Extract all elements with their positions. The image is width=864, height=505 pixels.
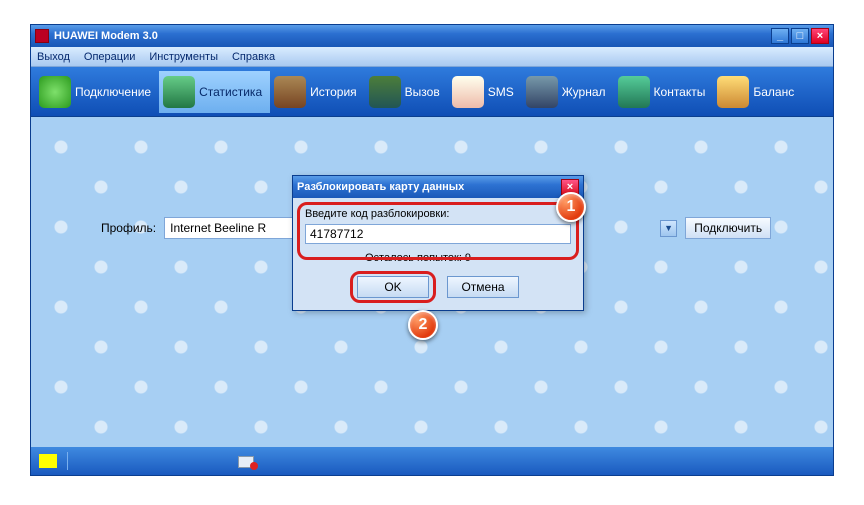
envelope-icon — [452, 76, 484, 108]
statusbar — [31, 447, 833, 475]
tool-balance[interactable]: Баланс — [713, 71, 802, 113]
toolbar: Подключение Статистика История Вызов SMS… — [31, 67, 833, 117]
journal-icon — [526, 76, 558, 108]
tool-call-label: Вызов — [405, 85, 440, 99]
close-button[interactable]: × — [811, 28, 829, 44]
tool-sms-label: SMS — [488, 85, 514, 99]
dialog-body: Введите код разблокировки: Осталось попы… — [293, 198, 583, 310]
tool-contacts-label: Контакты — [654, 85, 706, 99]
tool-contacts[interactable]: Контакты — [614, 71, 714, 113]
code-input-wrap — [305, 224, 571, 244]
window-buttons: _ □ × — [771, 28, 829, 44]
tool-balance-label: Баланс — [753, 85, 794, 99]
dropdown-icon[interactable]: ▼ — [660, 220, 677, 237]
minimize-button[interactable]: _ — [771, 28, 789, 44]
tool-call[interactable]: Вызов — [365, 71, 448, 113]
tool-connection-label: Подключение — [75, 85, 151, 99]
phone-icon — [369, 76, 401, 108]
menu-operations[interactable]: Операции — [84, 51, 135, 63]
menu-tools[interactable]: Инструменты — [149, 51, 218, 63]
tool-journal[interactable]: Журнал — [522, 71, 614, 113]
status-sep — [67, 452, 68, 470]
connect-button[interactable]: Подключить — [685, 217, 771, 239]
contacts-icon — [618, 76, 650, 108]
tool-sms[interactable]: SMS — [448, 71, 522, 113]
coins-icon — [717, 76, 749, 108]
ok-wrap: OK — [357, 276, 429, 298]
dialog-buttons: OK Отмена — [305, 276, 571, 298]
dialog-prompt: Введите код разблокировки: — [305, 208, 571, 220]
titlebar[interactable]: HUAWEI Modem 3.0 _ □ × — [31, 25, 833, 47]
history-icon — [274, 76, 306, 108]
maximize-button[interactable]: □ — [791, 28, 809, 44]
signal-icon — [39, 454, 57, 468]
menu-exit[interactable]: Выход — [37, 51, 70, 63]
chart-icon — [163, 76, 195, 108]
profile-label: Профиль: — [101, 221, 156, 235]
globe-icon — [39, 76, 71, 108]
cancel-button[interactable]: Отмена — [447, 276, 519, 298]
attempts-remaining: Осталось попыток: 9 — [365, 252, 571, 264]
window-title: HUAWEI Modem 3.0 — [54, 30, 771, 42]
menu-help[interactable]: Справка — [232, 51, 275, 63]
tool-journal-label: Журнал — [562, 85, 606, 99]
ok-button[interactable]: OK — [357, 276, 429, 298]
dialog-close-button[interactable]: × — [561, 179, 579, 195]
menubar: Выход Операции Инструменты Справка — [31, 47, 833, 67]
tool-statistics-label: Статистика — [199, 85, 262, 99]
tool-history-label: История — [310, 85, 357, 99]
profile-value: Internet Beeline R — [170, 221, 266, 235]
tool-history[interactable]: История — [270, 71, 365, 113]
app-icon — [35, 29, 49, 43]
unlock-code-input[interactable] — [305, 224, 571, 244]
dialog-title: Разблокировать карту данных — [297, 181, 561, 193]
device-error-icon — [238, 454, 256, 468]
dialog-titlebar[interactable]: Разблокировать карту данных × — [293, 176, 583, 198]
tool-statistics[interactable]: Статистика — [159, 71, 270, 113]
unlock-dialog: Разблокировать карту данных × Введите ко… — [292, 175, 584, 311]
tool-connection[interactable]: Подключение — [35, 71, 159, 113]
